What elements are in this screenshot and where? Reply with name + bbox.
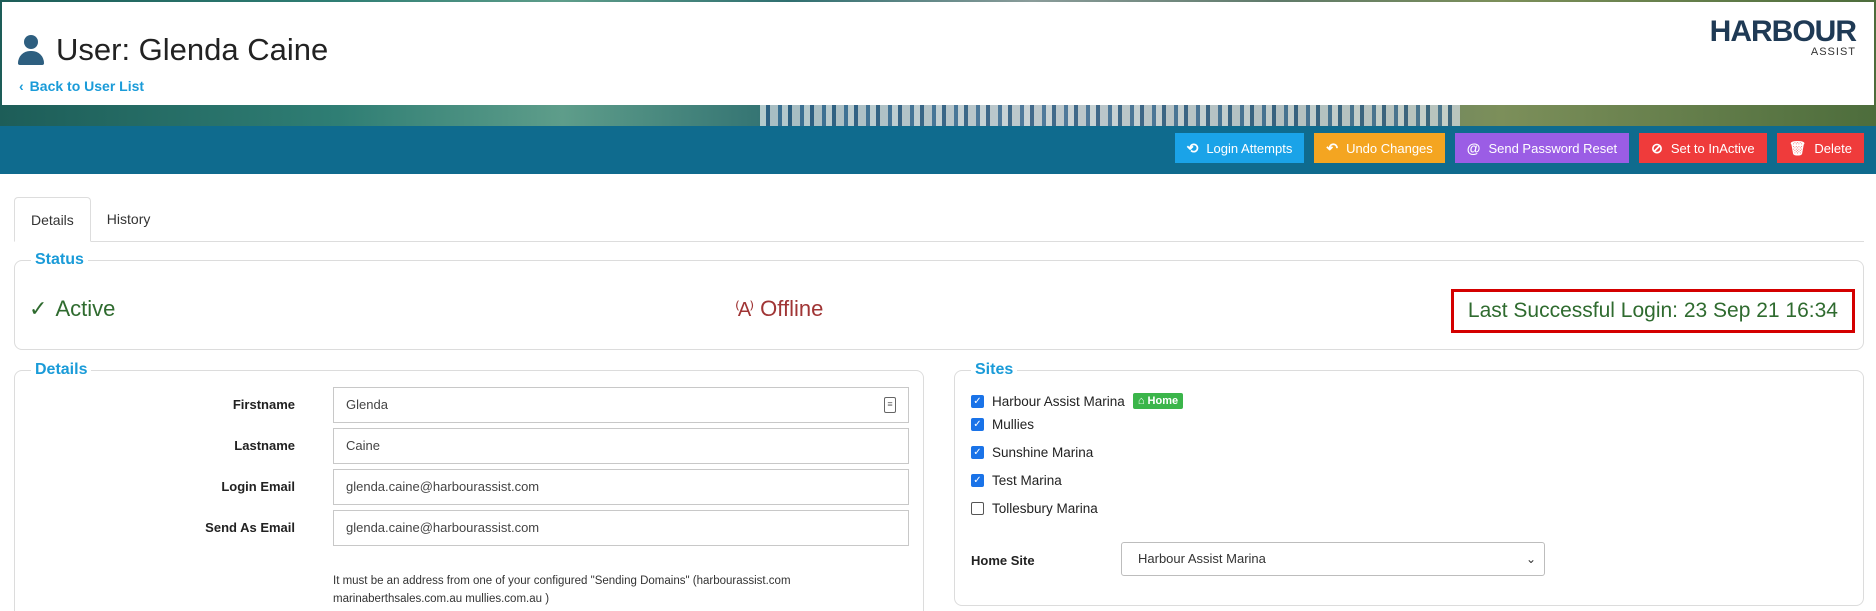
header-card: User: Glenda Caine ‹ Back to User List H… [2, 2, 1874, 105]
home-site-label: Home Site [971, 553, 1035, 568]
site-item[interactable]: ✓ Test Marina [971, 473, 1062, 488]
firstname-row: Firstname Glenda ≡ [15, 387, 920, 423]
back-link-label: Back to User List [29, 78, 145, 94]
set-inactive-button[interactable]: ⊘ Set to InActive [1639, 133, 1767, 163]
undo-changes-button[interactable]: ↶ Undo Changes [1314, 133, 1445, 163]
banner-marina-image [760, 104, 1460, 126]
delete-button[interactable]: 🗑 Delete [1776, 133, 1864, 163]
sites-panel: Sites ✓ Harbour Assist Marina ⌂ Home ✓ M… [954, 361, 1864, 606]
checkbox-checked[interactable]: ✓ [971, 446, 984, 459]
firstname-input[interactable]: Glenda ≡ [333, 387, 909, 423]
harbour-assist-logo: HARBOUR ASSIST [1709, 15, 1857, 59]
details-legend: Details [31, 361, 92, 379]
checkmark-icon: ✓ [29, 296, 48, 321]
page-title: User: Glenda Caine [56, 32, 329, 67]
undo-icon: ↶ [1326, 139, 1339, 156]
login-attempts-button[interactable]: ⟲ Login Attempts [1174, 133, 1305, 163]
status-panel: Status ✓ Active ⁽A⁾ Offline Last Success… [14, 251, 1864, 350]
firstname-label: Firstname [232, 397, 295, 412]
contact-card-icon[interactable]: ≡ [884, 397, 896, 413]
login-email-label: Login Email [221, 479, 295, 494]
tab-history[interactable]: History [91, 197, 167, 242]
tab-bar: Details History [14, 197, 1864, 242]
ban-icon: ⊘ [1651, 139, 1663, 156]
checkbox-checked[interactable]: ✓ [971, 394, 984, 408]
trash-icon: 🗑 [1788, 139, 1807, 156]
user-icon [18, 35, 44, 65]
tab-details[interactable]: Details [14, 197, 91, 242]
details-panel: Details Firstname Glenda ≡ Lastname Cain… [14, 361, 924, 611]
lastname-label: Lastname [234, 438, 295, 453]
send-as-email-label: Send As Email [205, 520, 295, 535]
home-site-select[interactable]: Harbour Assist Marina ⌄ [1121, 542, 1545, 576]
checkbox-checked[interactable]: ✓ [971, 418, 984, 431]
active-status: ✓ Active [29, 296, 116, 321]
home-badge: ⌂ Home [1132, 393, 1184, 409]
site-item[interactable]: ✓ Sunshine Marina [971, 445, 1093, 460]
chevron-down-icon: ⌄ [1525, 552, 1536, 566]
send-as-email-help: It must be an address from one of your c… [333, 575, 791, 605]
last-login-text: Last Successful Login: 23 Sep 21 16:34 [1450, 289, 1855, 333]
login-email-row: Login Email glenda.caine@harbourassist.c… [15, 469, 920, 505]
lastname-input[interactable]: Caine [333, 428, 909, 464]
lastname-row: Lastname Caine [15, 428, 920, 464]
send-password-reset-button[interactable]: @ Send Password Reset [1454, 133, 1630, 163]
status-legend: Status [31, 251, 88, 269]
back-to-user-list-link[interactable]: ‹ Back to User List [19, 78, 144, 94]
site-item[interactable]: ✓ Mullies [971, 417, 1034, 432]
checkbox-checked[interactable]: ✓ [971, 474, 984, 487]
signal-offline-icon: ⁽A⁾ [735, 298, 754, 321]
page-title-row: User: Glenda Caine [18, 32, 328, 68]
action-toolbar: ⟲ Login Attempts ↶ Undo Changes @ Send P… [0, 126, 1876, 174]
login-email-input[interactable]: glenda.caine@harbourassist.com [333, 469, 909, 505]
site-item[interactable]: ✓ Harbour Assist Marina ⌂ Home [971, 393, 1184, 409]
offline-status: ⁽A⁾ Offline [735, 296, 824, 321]
sites-legend: Sites [971, 361, 1018, 379]
send-as-email-row: Send As Email glenda.caine@harbourassist… [15, 510, 920, 546]
checkbox-unchecked[interactable] [971, 502, 984, 515]
at-icon: @ [1466, 140, 1481, 156]
history-icon: ⟲ [1186, 139, 1199, 156]
home-icon: ⌂ [1137, 395, 1145, 407]
send-as-email-input[interactable]: glenda.caine@harbourassist.com [333, 510, 909, 546]
site-item[interactable]: Tollesbury Marina [971, 501, 1098, 516]
chevron-left-icon: ‹ [19, 78, 24, 94]
